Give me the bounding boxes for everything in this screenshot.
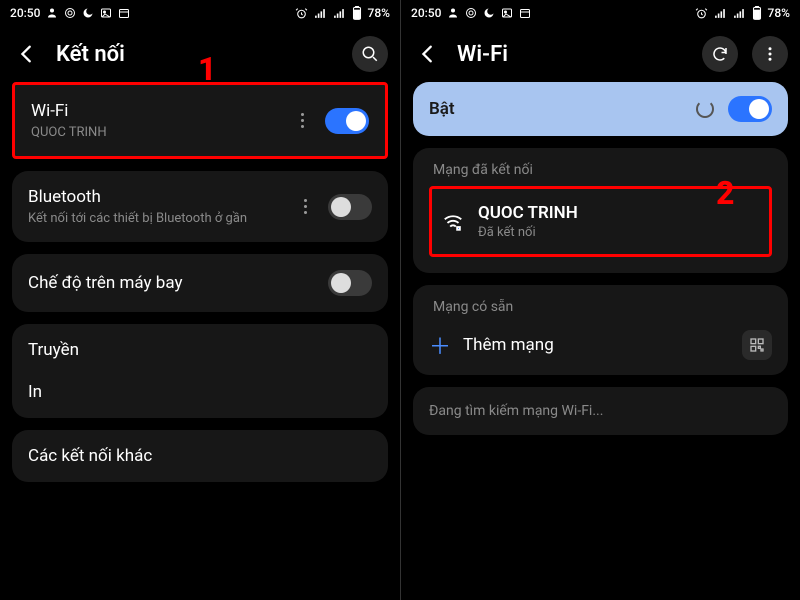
more-icon[interactable] xyxy=(293,113,311,128)
alarm-icon xyxy=(295,7,308,20)
header: Wi-Fi xyxy=(401,26,800,82)
signal-icon xyxy=(714,7,727,20)
qr-scan-button[interactable] xyxy=(742,330,772,360)
search-button[interactable] xyxy=(352,36,388,72)
annotation-step-1: 1 xyxy=(198,50,216,88)
bluetooth-toggle[interactable] xyxy=(328,194,372,220)
add-network-label: Thêm mạng xyxy=(463,335,554,355)
refresh-button[interactable] xyxy=(702,36,738,72)
connections-settings-screen: 20:50 78% Kết nối Wi-Fi xyxy=(0,0,400,600)
page-title: Wi-Fi xyxy=(457,42,688,67)
more-connections-row[interactable]: Các kết nối khác xyxy=(12,430,388,482)
network-status: Đã kết nối xyxy=(478,225,578,240)
bluetooth-row[interactable]: Bluetooth Kết nối tới các thiết bị Bluet… xyxy=(12,171,388,242)
alarm-icon xyxy=(695,7,708,20)
available-networks-card: Mạng có sẵn ＋ Thêm mạng xyxy=(413,285,788,375)
annotation-step-2: 2 xyxy=(716,174,734,212)
cast-row[interactable]: Truyền xyxy=(28,340,372,360)
overflow-button[interactable] xyxy=(752,36,788,72)
print-label: In xyxy=(28,382,372,402)
bluetooth-sub: Kết nối tới các thiết bị Bluetooth ở gần xyxy=(28,211,286,226)
airplane-toggle[interactable] xyxy=(328,270,372,296)
wifi-sub: QUOC TRINH xyxy=(31,125,283,140)
wifi-settings-screen: 20:50 78% Wi-Fi Bật xyxy=(400,0,800,600)
add-network-row[interactable]: ＋ Thêm mạng xyxy=(429,329,772,361)
status-time: 20:50 xyxy=(411,6,441,20)
status-battery-pct: 78% xyxy=(368,6,390,20)
image-icon xyxy=(100,7,112,19)
airplane-label: Chế độ trên máy bay xyxy=(28,273,318,293)
calendar-icon xyxy=(118,7,130,19)
print-row[interactable]: In xyxy=(28,382,372,402)
wifi-label: Wi-Fi xyxy=(31,101,283,121)
wifi-enable-row[interactable]: Bật xyxy=(413,82,788,136)
wifi-enable-toggle[interactable] xyxy=(728,96,772,122)
cast-label: Truyền xyxy=(28,340,372,360)
wifi-row[interactable]: Wi-Fi QUOC TRINH xyxy=(12,82,388,159)
wifi-enable-label: Bật xyxy=(429,99,455,119)
loading-spinner-icon xyxy=(696,100,714,118)
target-icon xyxy=(465,7,477,19)
person-icon xyxy=(46,7,58,19)
battery-icon xyxy=(752,6,762,20)
network-name: QUOC TRINH xyxy=(478,203,578,223)
wifi-lock-icon xyxy=(442,211,464,233)
airplane-row[interactable]: Chế độ trên máy bay xyxy=(12,254,388,312)
image-icon xyxy=(501,7,513,19)
calendar-icon xyxy=(519,7,531,19)
back-button[interactable] xyxy=(12,39,42,69)
more-icon[interactable] xyxy=(296,199,314,214)
crescent-icon xyxy=(82,7,94,19)
wifi-toggle[interactable] xyxy=(325,108,369,134)
signal-icon xyxy=(314,7,327,20)
person-icon xyxy=(447,7,459,19)
battery-icon xyxy=(352,6,362,20)
status-time: 20:50 xyxy=(10,6,40,20)
status-bar: 20:50 78% xyxy=(401,0,800,26)
signal-icon xyxy=(733,7,746,20)
signal-icon xyxy=(333,7,346,20)
more-connections-label: Các kết nối khác xyxy=(28,446,372,466)
scanning-status: Đang tìm kiếm mạng Wi-Fi... xyxy=(413,387,788,435)
target-icon xyxy=(64,7,76,19)
status-bar: 20:50 78% xyxy=(0,0,400,26)
crescent-icon xyxy=(483,7,495,19)
available-section-label: Mạng có sẵn xyxy=(429,299,772,323)
page-title: Kết nối xyxy=(56,42,338,67)
bluetooth-label: Bluetooth xyxy=(28,187,286,207)
plus-icon: ＋ xyxy=(429,329,449,361)
cast-print-card: Truyền In xyxy=(12,324,388,418)
back-button[interactable] xyxy=(413,39,443,69)
status-battery-pct: 78% xyxy=(768,6,790,20)
